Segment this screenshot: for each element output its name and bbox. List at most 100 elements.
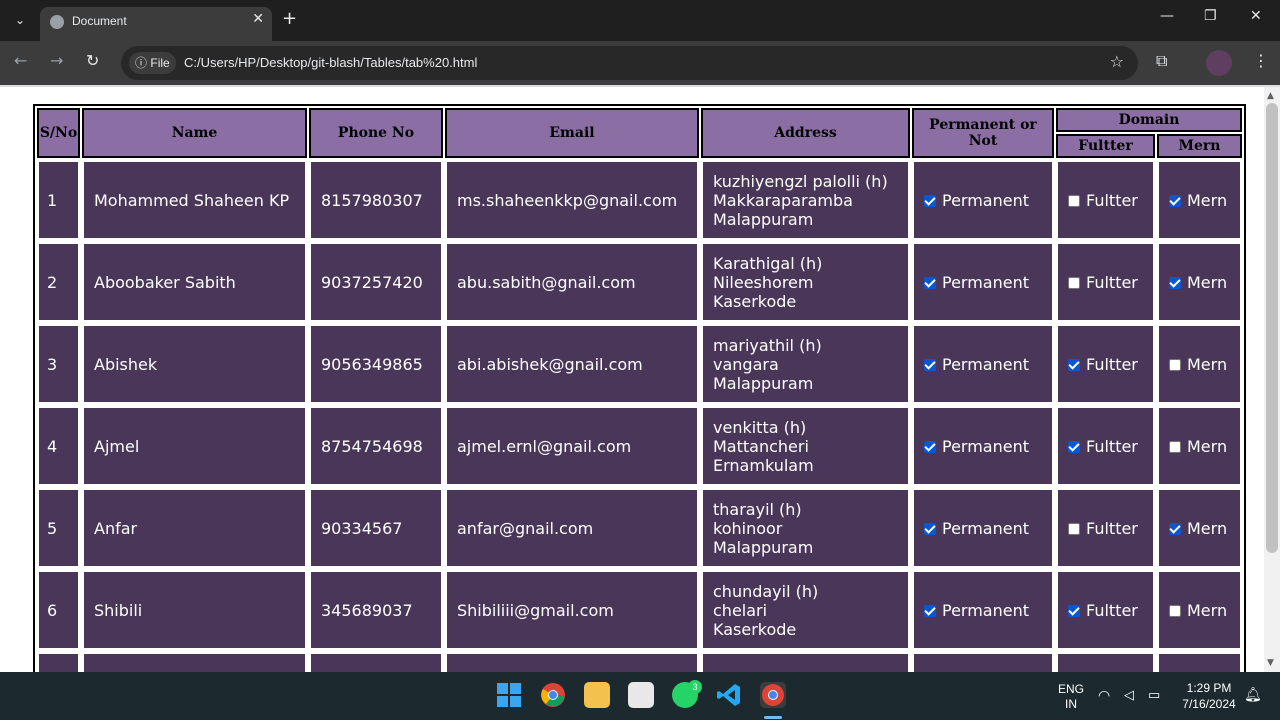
fultter-checkbox[interactable] — [1068, 522, 1080, 535]
scroll-up-arrow-icon[interactable]: ▲ — [1267, 91, 1274, 101]
cell-name: Abishek — [82, 324, 307, 404]
cell-fultter: Fultter — [1056, 652, 1155, 672]
cell-phone: 9647780786 — [309, 652, 443, 672]
file-explorer-icon[interactable] — [584, 682, 610, 708]
cell-address: kuzhiyengzl palolli (h) Makkaraparamba Mal… — [701, 160, 910, 240]
windows-taskbar: 3 ENG IN ◠ ◁ ▭ 1:29 PM 7/16/2024 🔔︎ — [0, 672, 1280, 720]
table-row: 3 Abishek 9056349865 abi.abishek@gnail.com m… — [37, 324, 1242, 404]
mern-checkbox[interactable] — [1169, 604, 1181, 617]
fultter-label: Fultter — [1086, 518, 1138, 538]
cell-address: athannikal (h)vangara — [701, 652, 910, 672]
language-top[interactable]: ENG — [1056, 682, 1086, 696]
cell-permanent: Permanent — [912, 242, 1054, 322]
permanent-checkbox[interactable] — [924, 522, 936, 535]
header-fultter: Fultter — [1056, 134, 1155, 158]
cell-email: abi.abishek@gnail.com — [445, 324, 699, 404]
cell-email: abu.sabith@gnail.com — [445, 242, 699, 322]
back-button[interactable]: ← — [14, 51, 27, 70]
table-row: 1 Mohammed Shaheen KP 8157980307 ms.shaheen… — [37, 160, 1242, 240]
fultter-checkbox[interactable] — [1068, 276, 1080, 289]
cell-sno: 6 — [37, 570, 80, 650]
mern-checkbox[interactable] — [1169, 440, 1181, 453]
address-line-3: Kaserkode — [713, 291, 797, 311]
browser-tab[interactable]: Document ✕ — [40, 7, 272, 41]
reload-button[interactable]: ↻ — [86, 51, 99, 70]
cell-email: Shibiliii@gmail.com — [445, 570, 699, 650]
extensions-icon[interactable]: ⧉ — [1156, 51, 1167, 71]
cell-permanent: Permanent — [912, 160, 1054, 240]
cell-sno: 1 — [37, 160, 80, 240]
bookmark-star-icon[interactable]: ☆ — [1110, 52, 1124, 71]
header-address: Address — [701, 108, 910, 158]
fultter-checkbox[interactable] — [1068, 604, 1080, 617]
clock-time[interactable]: 1:29 PM — [1176, 681, 1242, 695]
mern-label: Mern — [1187, 436, 1228, 456]
tab-close-icon[interactable]: ✕ — [252, 11, 264, 27]
permanent-checkbox[interactable] — [924, 358, 936, 371]
info-icon: ⓘ — [135, 56, 148, 70]
table-row: 2 Aboobaker Sabith 9037257420 abu.sabith@gn… — [37, 242, 1242, 322]
windows-start-icon[interactable] — [496, 682, 522, 708]
permanent-checkbox[interactable] — [924, 604, 936, 617]
clock-date[interactable]: 7/16/2024 — [1176, 697, 1242, 711]
cell-sno: 2 — [37, 242, 80, 322]
site-info-label: File — [150, 56, 170, 70]
mern-label: Mern — [1187, 354, 1228, 374]
fultter-checkbox[interactable] — [1068, 358, 1080, 371]
students-table: S/No Name Phone No Email Address Permane… — [33, 104, 1246, 672]
notification-bell-icon[interactable]: 🔔︎ — [1244, 686, 1262, 703]
url-text: C:/Users/HP/Desktop/git-blash/Tables/tab… — [184, 55, 478, 70]
maximize-button[interactable]: ❐ — [1204, 8, 1217, 24]
volume-icon[interactable]: ◁ — [1124, 687, 1134, 703]
tab-strip: ⌄ Document ✕ + — ❐ ✕ — [0, 0, 1280, 41]
scrollbar-thumb[interactable] — [1266, 103, 1278, 553]
address-line-3: Ernamkulam — [713, 455, 814, 475]
minimize-button[interactable]: — — [1160, 8, 1174, 24]
forward-button[interactable]: → — [50, 51, 63, 70]
mern-checkbox[interactable] — [1169, 358, 1181, 371]
mern-checkbox[interactable] — [1169, 276, 1181, 289]
cell-sno: 5 — [37, 488, 80, 568]
battery-icon[interactable]: ▭ — [1148, 687, 1160, 703]
language-bottom[interactable]: IN — [1056, 697, 1086, 711]
microsoft-store-icon[interactable] — [628, 682, 654, 708]
close-window-button[interactable]: ✕ — [1250, 8, 1262, 24]
header-email: Email — [445, 108, 699, 158]
tab-search-dropdown-icon[interactable]: ⌄ — [10, 10, 30, 30]
chrome-active-icon[interactable] — [760, 682, 786, 708]
vscode-icon[interactable] — [716, 682, 742, 708]
cell-address: tharayil (h) kohinoor Malappuram — [701, 488, 910, 568]
vertical-scrollbar[interactable]: ▲ ▼ — [1264, 87, 1280, 672]
permanent-label: Permanent — [942, 190, 1030, 210]
permanent-checkbox[interactable] — [924, 194, 936, 207]
permanent-checkbox[interactable] — [924, 276, 936, 289]
mern-checkbox[interactable] — [1169, 194, 1181, 207]
menu-kebab-icon[interactable]: ⋮ — [1253, 51, 1269, 70]
chrome-icon[interactable] — [540, 682, 566, 708]
mern-label: Mern — [1187, 190, 1228, 210]
permanent-label: Permanent — [942, 354, 1030, 374]
permanent-label: Permanent — [942, 436, 1030, 456]
address-line-1: kuzhiyengzl palolli (h) — [713, 171, 888, 191]
cell-permanent: Permanent — [912, 406, 1054, 486]
profile-avatar[interactable] — [1206, 50, 1232, 76]
fultter-checkbox[interactable] — [1068, 194, 1080, 207]
cell-permanent: Permanent — [912, 324, 1054, 404]
address-line-2: vangara — [713, 354, 779, 374]
new-tab-button[interactable]: + — [282, 8, 297, 29]
address-bar[interactable]: ⓘ File C:/Users/HP/Desktop/git-blash/Tab… — [121, 46, 1138, 80]
fultter-checkbox[interactable] — [1068, 440, 1080, 453]
address-line-3: Malappuram — [713, 373, 814, 393]
whatsapp-badge: 3 — [688, 680, 702, 694]
permanent-checkbox[interactable] — [924, 440, 936, 453]
cell-email: nilaha.sheri@gmail.com — [445, 652, 699, 672]
header-sno: S/No — [37, 108, 80, 158]
cell-sno: 4 — [37, 406, 80, 486]
cell-email: anfar@gnail.com — [445, 488, 699, 568]
address-line-1: mariyathil (h) — [713, 335, 822, 355]
mern-checkbox[interactable] — [1169, 522, 1181, 535]
address-line-2: Nileeshorem — [713, 272, 814, 292]
scroll-down-arrow-icon[interactable]: ▼ — [1267, 658, 1274, 668]
site-info-chip[interactable]: ⓘ File — [129, 52, 176, 74]
wifi-icon[interactable]: ◠ — [1098, 687, 1110, 704]
